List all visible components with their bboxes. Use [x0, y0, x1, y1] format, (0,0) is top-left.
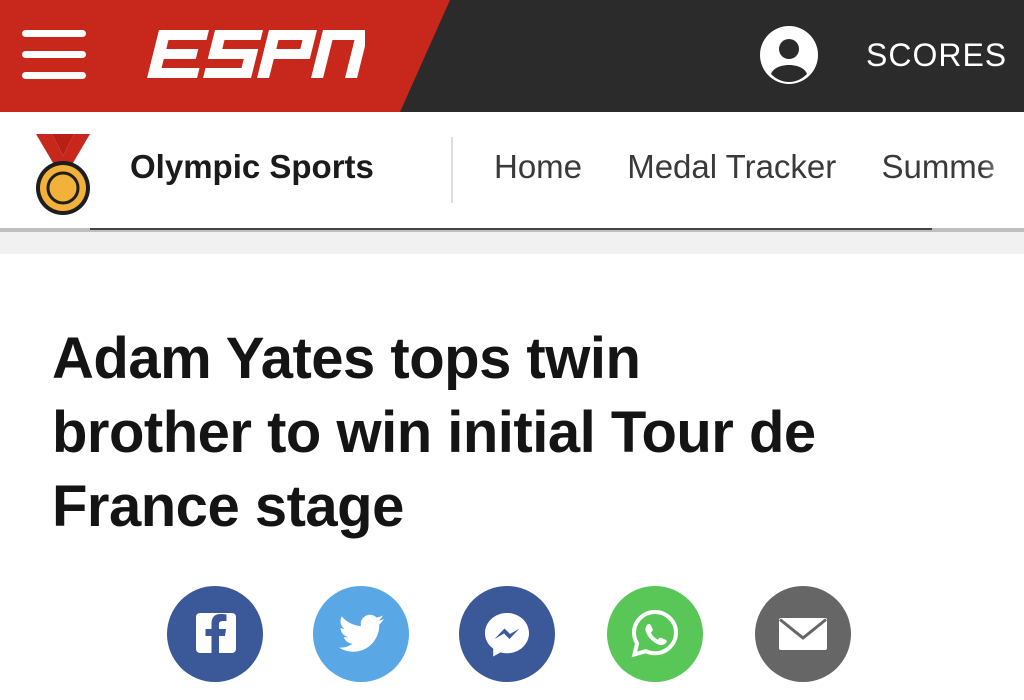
nav-underline [90, 228, 932, 230]
scores-link[interactable]: SCORES [866, 34, 1007, 76]
email-share-button[interactable] [755, 586, 851, 682]
messenger-share-button[interactable] [459, 586, 555, 682]
espn-logo[interactable] [145, 22, 365, 86]
tab-home[interactable]: Home [494, 148, 582, 186]
content-separator [0, 232, 1024, 254]
twitter-share-button[interactable] [313, 586, 409, 682]
section-nav: Olympic Sports Home Medal Tracker Summe [0, 112, 1024, 230]
user-profile-icon[interactable] [760, 26, 818, 84]
tab-medal-tracker[interactable]: Medal Tracker [627, 148, 836, 186]
twitter-icon [338, 614, 384, 652]
article-headline: Adam Yates tops twin brother to win init… [52, 322, 982, 544]
email-icon [779, 618, 827, 650]
tab-summer[interactable]: Summe [881, 148, 995, 186]
nav-divider [451, 137, 453, 203]
nav-scroll-fade [982, 112, 1024, 230]
headline-line: brother to win initial Tour de [52, 400, 816, 465]
headline-line: Adam Yates tops twin [52, 326, 641, 391]
whatsapp-share-button[interactable] [607, 586, 703, 682]
facebook-icon [196, 613, 236, 653]
messenger-icon [485, 613, 529, 657]
top-header: SCORES [0, 0, 1024, 112]
whatsapp-icon [631, 609, 679, 658]
headline-line: France stage [52, 474, 404, 539]
gold-medal-icon [36, 134, 90, 215]
section-tabs: Home Medal Tracker Summe [494, 148, 1024, 186]
facebook-share-button[interactable] [167, 586, 263, 682]
hamburger-menu-icon[interactable] [22, 30, 88, 82]
section-title[interactable]: Olympic Sports [130, 148, 374, 186]
